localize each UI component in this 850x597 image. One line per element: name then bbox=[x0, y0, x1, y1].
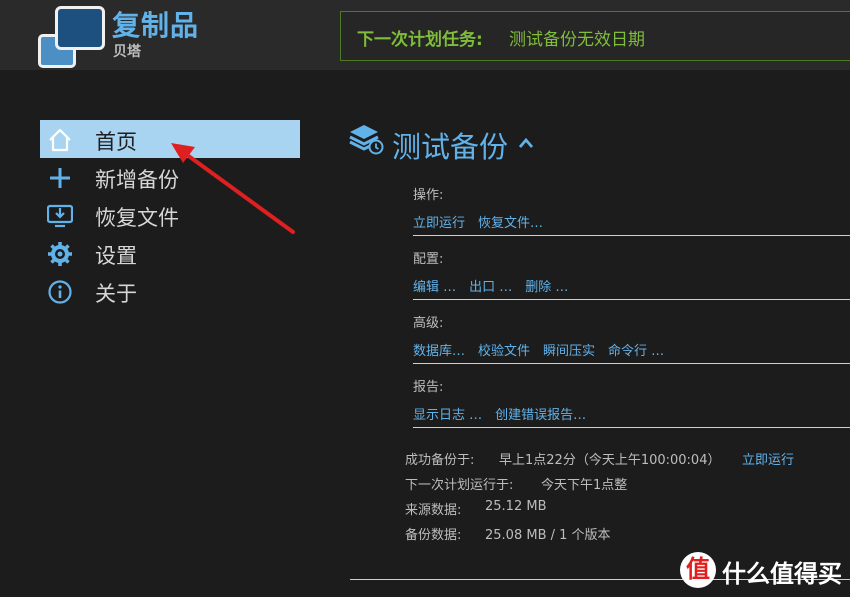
run-now-link[interactable]: 立即运行 bbox=[742, 449, 794, 468]
info-value: 今天下午1点整 bbox=[541, 478, 628, 493]
info-value: 25.12 MB bbox=[485, 499, 547, 514]
section-heading: 配置: bbox=[413, 252, 444, 267]
app-title: 复制品 bbox=[112, 9, 200, 42]
section-advanced: 高级: 数据库… 校验文件 瞬间压实 命令行 … bbox=[413, 312, 850, 364]
export-link[interactable]: 出口 … bbox=[469, 280, 512, 295]
next-task-banner: 下一次计划任务: 测试备份无效日期 bbox=[340, 11, 850, 61]
gear-icon bbox=[48, 242, 72, 266]
sidebar-item-label: 关于 bbox=[95, 282, 137, 306]
info-label: 下一次计划运行于: bbox=[405, 478, 514, 493]
edit-link[interactable]: 编辑 … bbox=[413, 280, 456, 295]
info-row-source-data: 来源数据: 25.12 MB bbox=[405, 499, 546, 518]
watermark-text: 什么值得买 bbox=[722, 560, 842, 588]
info-value: 25.08 MB / 1 个版本 bbox=[485, 528, 611, 543]
logo-front-square bbox=[55, 6, 105, 50]
section-divider bbox=[413, 235, 850, 236]
section-reports: 报告: 显示日志 … 创建错误报告… bbox=[413, 376, 850, 428]
chevron-up-icon[interactable] bbox=[517, 136, 535, 150]
section-divider bbox=[413, 363, 850, 364]
watermark-badge: 值 bbox=[680, 552, 716, 588]
restore-files-link[interactable]: 恢复文件… bbox=[478, 216, 543, 231]
backup-stack-icon bbox=[349, 125, 384, 155]
backup-title: 测试备份 bbox=[392, 130, 509, 164]
section-links: 编辑 … 出口 … 删除 … bbox=[413, 276, 850, 295]
compact-now-link[interactable]: 瞬间压实 bbox=[543, 344, 595, 359]
delete-link[interactable]: 删除 … bbox=[525, 280, 568, 295]
next-task-value: 测试备份无效日期 bbox=[509, 30, 645, 50]
create-bug-report-link[interactable]: 创建错误报告… bbox=[495, 408, 586, 423]
show-log-link[interactable]: 显示日志 … bbox=[413, 408, 482, 423]
watermark: 值 什么值得买 bbox=[680, 552, 850, 592]
section-operations: 操作: 立即运行 恢复文件… bbox=[413, 184, 850, 236]
section-links: 数据库… 校验文件 瞬间压实 命令行 … bbox=[413, 340, 850, 359]
section-heading: 操作: bbox=[413, 188, 444, 203]
section-divider bbox=[413, 427, 850, 428]
home-icon bbox=[49, 128, 71, 152]
info-row-backup-data: 备份数据: 25.08 MB / 1 个版本 bbox=[405, 524, 611, 543]
section-config: 配置: 编辑 … 出口 … 删除 … bbox=[413, 248, 850, 300]
run-now-link[interactable]: 立即运行 bbox=[413, 216, 465, 231]
info-row-next-run: 下一次计划运行于: 今天下午1点整 bbox=[405, 474, 627, 493]
app-logo bbox=[38, 6, 108, 68]
info-value: 早上1点22分（今天上午100:00:04） bbox=[499, 453, 721, 468]
top-bar: 复制品 贝塔 下一次计划任务: 测试备份无效日期 bbox=[0, 0, 850, 70]
info-label: 成功备份于: bbox=[405, 453, 475, 468]
restore-icon bbox=[47, 204, 73, 228]
app-subtitle: 贝塔 bbox=[113, 44, 141, 60]
sidebar-item-label: 首页 bbox=[95, 130, 137, 154]
info-row-last-success: 成功备份于: 早上1点22分（今天上午100:00:04） 立即运行 bbox=[405, 449, 794, 468]
section-links: 显示日志 … 创建错误报告… bbox=[413, 404, 850, 423]
annotation-arrow-icon bbox=[171, 143, 295, 234]
info-label: 来源数据: bbox=[405, 503, 462, 518]
verify-files-link[interactable]: 校验文件 bbox=[478, 344, 530, 359]
section-links: 立即运行 恢复文件… bbox=[413, 212, 850, 231]
sidebar-item-about[interactable]: 关于 bbox=[40, 272, 300, 310]
database-link[interactable]: 数据库… bbox=[413, 344, 465, 359]
plus-icon bbox=[50, 168, 70, 188]
sidebar-item-label: 设置 bbox=[95, 244, 137, 268]
section-divider bbox=[413, 299, 850, 300]
section-heading: 报告: bbox=[413, 380, 444, 395]
next-task-label: 下一次计划任务: bbox=[357, 30, 483, 50]
section-heading: 高级: bbox=[413, 316, 444, 331]
command-line-link[interactable]: 命令行 … bbox=[608, 344, 664, 359]
info-icon bbox=[48, 280, 72, 304]
info-label: 备份数据: bbox=[405, 528, 462, 543]
